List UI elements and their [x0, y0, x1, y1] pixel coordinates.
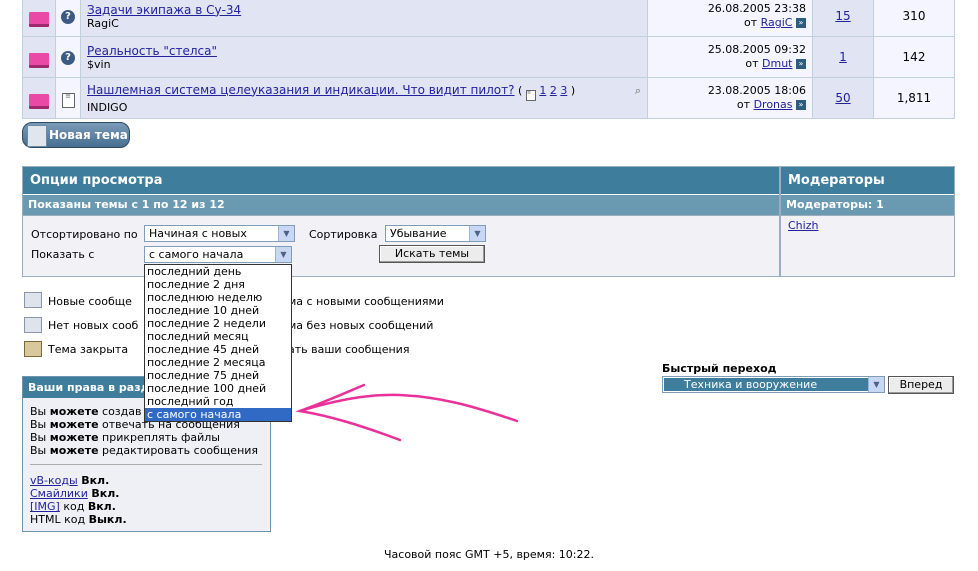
goto-last-post-icon[interactable]: »	[796, 59, 806, 69]
new-thread-icon	[27, 125, 47, 147]
view-options-title: Опции просмотра	[23, 167, 779, 195]
views-count: 310	[873, 0, 955, 37]
page-link-3[interactable]: 3	[560, 84, 567, 97]
goto-last-post-icon[interactable]: »	[796, 100, 806, 110]
moderators-panel: Модераторы Модераторы: 1 Chizh	[780, 166, 955, 277]
quick-jump-label: Быстрый переход	[662, 362, 777, 375]
thread-author: $vin	[87, 57, 111, 71]
code-line: HTML код Выкл.	[30, 513, 127, 526]
dropdown-option[interactable]: последнюю неделю	[145, 291, 291, 304]
last-post-user-link[interactable]: Dmut	[762, 57, 792, 70]
legend-new-posts: Новые сообще	[48, 295, 132, 308]
no-new-posts-envelope-icon	[24, 317, 42, 333]
replies-link[interactable]: 15	[835, 9, 850, 23]
new-thread-button[interactable]: Новая тема	[22, 122, 130, 148]
legend-new-posts-right: ма с новыми сообщениями	[288, 295, 444, 308]
folder-icon	[29, 94, 49, 109]
smilies-link[interactable]: Смайлики	[30, 487, 88, 500]
chevron-down-icon[interactable]: ▼	[469, 226, 485, 241]
dropdown-option[interactable]: последние 10 дней	[145, 304, 291, 317]
last-post-user-link[interactable]: RagiC	[761, 16, 793, 29]
replies-link[interactable]: 1	[839, 50, 847, 64]
img-code-link[interactable]: [IMG]	[30, 500, 60, 513]
lock-icon	[24, 341, 42, 357]
views-count: 142	[873, 36, 955, 78]
vbcode-link[interactable]: vB-коды	[30, 474, 78, 487]
page-link-2[interactable]: 2	[550, 84, 557, 97]
code-line: [IMG] код Вкл.	[30, 500, 116, 513]
moderators-subtitle: Модераторы: 1	[781, 195, 954, 216]
moderator-link[interactable]: Chizh	[788, 219, 818, 232]
chevron-down-icon[interactable]: ▼	[868, 377, 884, 392]
dropdown-option[interactable]: последний год	[145, 395, 291, 408]
replies-link[interactable]: 50	[835, 91, 850, 105]
show-from-select[interactable]: с самого начала ▼	[144, 246, 292, 263]
question-icon: ?	[61, 9, 75, 24]
thread-title-link[interactable]: Задачи экипажа в Су-34	[87, 3, 241, 17]
legend-no-new-posts-right: ма без новых сообщений	[288, 319, 434, 332]
last-post-date: 26.08.2005 23:38	[707, 2, 806, 15]
permission-line: Вы можете редактировать сообщения	[30, 444, 259, 457]
last-post-date: 23.08.2005 18:06	[707, 84, 806, 97]
thread-pager: ( ≡ 1 2 3 )	[518, 84, 575, 101]
question-icon: ?	[61, 50, 75, 65]
dropdown-option-selected[interactable]: с самого начала	[145, 408, 291, 421]
code-line: vB-коды Вкл.	[30, 474, 110, 487]
paperclip-icon: ⌕	[634, 84, 641, 97]
thread-title-link[interactable]: Реальность "стелса"	[87, 44, 217, 58]
goto-last-post-icon[interactable]: »	[796, 18, 806, 28]
show-from-dropdown-list: последний день последние 2 дня последнюю…	[144, 264, 292, 422]
thread-table: ? Задачи экипажа в Су-34 RagiC 26.08.200…	[22, 0, 955, 119]
dropdown-option[interactable]: последние 45 дней	[145, 343, 291, 356]
divider	[30, 464, 262, 465]
footer-timezone: Часовой пояс GMT +5, время: 10:22.	[384, 548, 594, 561]
table-row: ? Реальность "стелса" $vin 25.08.2005 09…	[22, 36, 955, 78]
new-posts-envelope-icon	[24, 292, 42, 308]
sorted-by-label: Отсортировано по	[31, 228, 138, 241]
moderators-title: Модераторы	[781, 167, 954, 195]
multipage-icon: ≡	[525, 89, 536, 101]
legend-closed-right: ать ваши сообщения	[288, 343, 410, 356]
document-icon: ≡	[61, 93, 75, 108]
legend-closed: Тема закрыта	[48, 343, 129, 356]
view-options-subtitle: Показаны темы с 1 по 12 из 12	[23, 195, 779, 216]
table-row: ≡ Нашлемная система целеуказания и индик…	[22, 77, 955, 119]
page-link-1[interactable]: 1	[539, 84, 546, 97]
sorted-by-select[interactable]: Начиная с новых ▼	[144, 225, 295, 242]
dropdown-option[interactable]: последние 75 дней	[145, 369, 291, 382]
thread-title-link[interactable]: Нашлемная система целеуказания и индикац…	[87, 83, 515, 97]
folder-icon	[29, 53, 49, 68]
dropdown-option[interactable]: последние 2 дня	[145, 278, 291, 291]
permission-line: Вы можете прикреплять файлы	[30, 431, 220, 444]
thread-author: INDIGO	[87, 100, 128, 114]
folder-icon	[29, 12, 49, 27]
dropdown-option[interactable]: последние 2 недели	[145, 317, 291, 330]
dropdown-option[interactable]: последние 100 дней	[145, 382, 291, 395]
sort-order-label: Сортировка	[309, 228, 378, 241]
chevron-down-icon[interactable]: ▼	[278, 226, 294, 241]
last-post-date: 25.08.2005 09:32	[707, 43, 806, 56]
search-threads-button[interactable]: Искать темы	[379, 245, 485, 263]
dropdown-option[interactable]: последний день	[145, 265, 291, 278]
code-line: Смайлики Вкл.	[30, 487, 120, 500]
table-row: ? Задачи экипажа в Су-34 RagiC 26.08.200…	[22, 0, 955, 37]
chevron-down-icon[interactable]: ▼	[275, 247, 291, 262]
quick-jump-go-button[interactable]: Вперед	[888, 376, 954, 394]
last-post-user-link[interactable]: Dronas	[754, 98, 793, 111]
dropdown-option[interactable]: последние 2 месяца	[145, 356, 291, 369]
sort-order-select[interactable]: Убывание ▼	[385, 225, 486, 242]
views-count: 1,811	[873, 77, 955, 119]
legend-no-new-posts: Нет новых сооб	[48, 319, 139, 332]
show-from-label: Показать с	[31, 248, 95, 261]
quick-jump-select[interactable]: Техника и вооружение ▼	[662, 376, 885, 393]
thread-author: RagiC	[87, 16, 119, 30]
dropdown-option[interactable]: последний месяц	[145, 330, 291, 343]
